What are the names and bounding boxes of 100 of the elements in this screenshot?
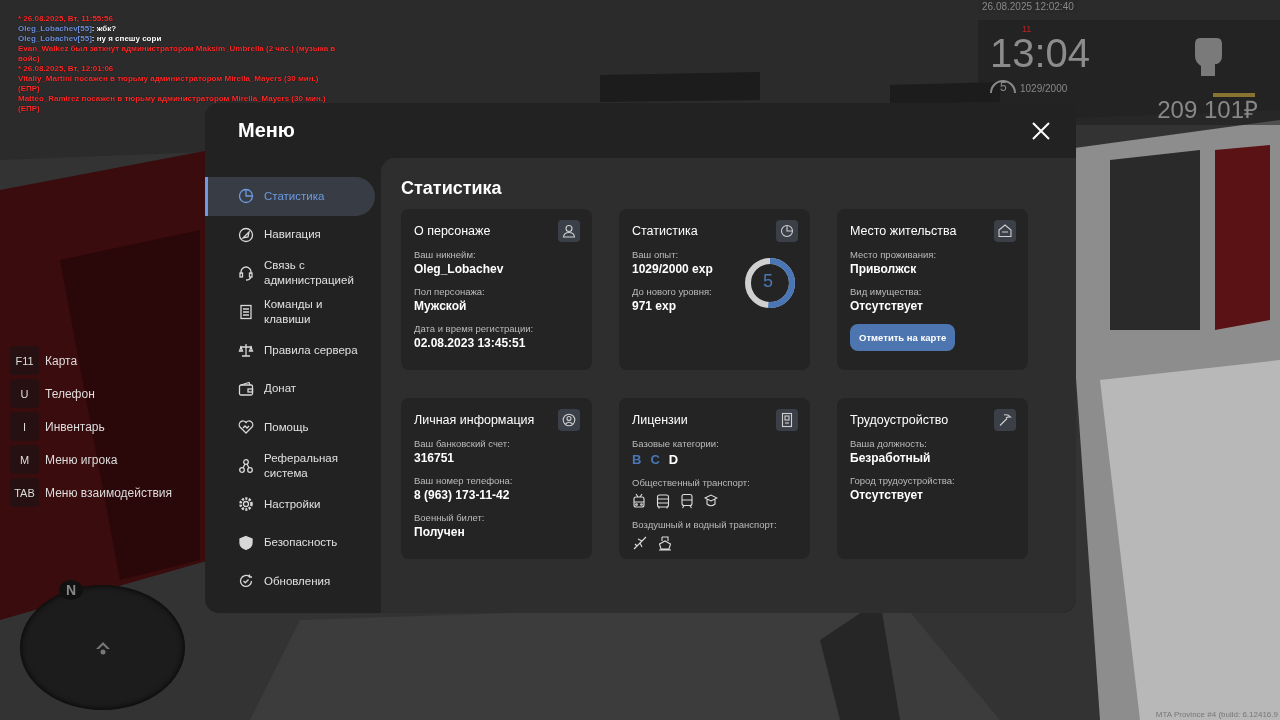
network-icon bbox=[238, 457, 254, 474]
chat-message: * 26.08.2025, Вт, 12:01:06 bbox=[18, 64, 115, 74]
chat-message: * 26.08.2025, Вт, 11:55:56 bbox=[18, 14, 114, 24]
field-value: Безработный bbox=[850, 450, 931, 466]
house-icon bbox=[994, 220, 1016, 242]
field-label: До нового уровня: bbox=[632, 285, 712, 298]
field-label: Ваш банковский счет: bbox=[414, 437, 510, 450]
field-label: Воздушный и водный транспорт: bbox=[632, 518, 777, 531]
field-value: 02.08.2023 13:45:51 bbox=[414, 335, 526, 351]
pie-chart-icon bbox=[238, 188, 254, 205]
card-title: Статистика bbox=[632, 224, 698, 238]
sidebar-item[interactable]: Статистика bbox=[205, 177, 375, 216]
field-label: Пол персонажа: bbox=[414, 285, 485, 298]
hud-marker: 11 bbox=[1022, 24, 1032, 34]
trolleybus-icon bbox=[632, 493, 646, 509]
train-icon bbox=[680, 493, 694, 509]
chat-message: Oleg_Lobachev[55]: ну я спешу сори bbox=[18, 34, 163, 44]
card-title: Личная информация bbox=[414, 413, 535, 427]
sidebar-item[interactable]: Донат bbox=[205, 369, 375, 408]
sidebar-item[interactable]: Реферальная система bbox=[205, 446, 375, 485]
chat-message: Evan_Walkez был заткнут администратором Maksim_Umbrella (2 час.) (музыка в войс) bbox=[18, 44, 337, 64]
field-label: Ваш номер телефона: bbox=[414, 474, 513, 487]
key-hint: Инвентарь bbox=[45, 419, 105, 434]
field-value: 8 (963) 173-11-42 bbox=[414, 487, 510, 503]
field-value: Отсутствует bbox=[850, 487, 923, 503]
refresh-icon bbox=[238, 573, 254, 590]
field-value: Отсутствует bbox=[850, 298, 923, 314]
license-category: D bbox=[668, 452, 679, 467]
player-arrow-icon bbox=[94, 640, 111, 655]
field-label: Общественный транспорт: bbox=[632, 476, 750, 489]
game-clock: 13:04 bbox=[990, 31, 1091, 75]
card-title: О персонаже bbox=[414, 224, 491, 238]
field-label: Вид имущества: bbox=[850, 285, 922, 298]
sidebar-item[interactable]: Команды и клавиши bbox=[205, 292, 375, 331]
document-icon bbox=[238, 303, 254, 320]
chat-message: Oleg_Lobachev[55]: жбк? bbox=[18, 24, 118, 34]
experience-text: 1029/2000 bbox=[1020, 83, 1068, 94]
key-hint: Карта bbox=[45, 353, 78, 368]
key-badge: I bbox=[10, 412, 39, 441]
sidebar-item[interactable]: Обновления bbox=[205, 562, 375, 601]
field-label: Ваш опыт: bbox=[632, 248, 679, 261]
level-ring bbox=[743, 256, 797, 310]
sidebar-item[interactable]: Навигация bbox=[205, 215, 375, 254]
wallet-icon bbox=[238, 380, 254, 397]
field-value: Приволжск bbox=[850, 261, 917, 277]
mark-on-map-button[interactable]: Отметить на карте bbox=[850, 324, 956, 351]
plane-icon bbox=[632, 535, 648, 551]
chat-message: Matteo_Ramirez посажен в тюрьму администратором Mirella_Mayers (30 мин.) (ЕПР) bbox=[18, 94, 327, 114]
card-title: Место жительства bbox=[850, 224, 957, 238]
level-ring-icon bbox=[990, 79, 1016, 94]
pickaxe-icon bbox=[994, 409, 1016, 431]
key-hint: Меню игрока bbox=[45, 452, 118, 467]
key-badge: TAB bbox=[10, 478, 39, 507]
chat-message: Vitaliy_Martini посажен в тюрьму администратором Mirella_Mayers (30 мин.) (ЕПР) bbox=[18, 74, 320, 94]
field-value: 971 exp bbox=[632, 298, 677, 314]
person-icon bbox=[558, 220, 580, 242]
cap-icon bbox=[704, 493, 718, 509]
gear-icon bbox=[238, 496, 254, 513]
sidebar-item[interactable]: Безопасность bbox=[205, 523, 375, 562]
menu-title: Меню bbox=[238, 119, 295, 142]
key-hint: Телефон bbox=[45, 386, 95, 401]
key-badge: U bbox=[10, 379, 39, 408]
field-label: Ваша должность: bbox=[850, 437, 927, 450]
sidebar-item[interactable]: Связь с администрацией bbox=[205, 254, 375, 293]
compass-icon bbox=[238, 226, 254, 243]
sidebar-item[interactable]: Правила сервера bbox=[205, 331, 375, 370]
field-label: Базовые категории: bbox=[632, 437, 719, 450]
sidebar-item[interactable]: Помощь bbox=[205, 408, 375, 447]
scales-icon bbox=[238, 342, 254, 359]
heart-icon bbox=[238, 419, 254, 436]
bus-icon bbox=[656, 493, 670, 509]
money-bar bbox=[1213, 93, 1255, 97]
license-category: C bbox=[650, 452, 660, 467]
field-label: Место проживания: bbox=[850, 248, 937, 261]
sidebar-item[interactable]: Настройки bbox=[205, 485, 375, 524]
close-icon[interactable] bbox=[1032, 121, 1050, 140]
field-label: Город трудоустройства: bbox=[850, 474, 955, 487]
money-amount: 209 101₽ bbox=[1157, 97, 1258, 123]
field-label: Дата и время регистрации: bbox=[414, 322, 534, 335]
id-card-icon bbox=[776, 409, 798, 431]
section-heading: Статистика bbox=[401, 178, 503, 199]
level-number: 5 bbox=[1000, 80, 1007, 94]
card-title: Лицензии bbox=[632, 413, 688, 427]
license-category: B bbox=[632, 452, 642, 467]
field-value: 316751 bbox=[414, 450, 455, 466]
field-value: 1029/2000 exp bbox=[632, 261, 713, 277]
ship-icon bbox=[658, 535, 672, 551]
pie-chart-icon bbox=[776, 220, 798, 242]
field-value: Oleg_Lobachev bbox=[414, 261, 504, 277]
field-label: Ваш никнейм: bbox=[414, 248, 476, 261]
key-badge: M bbox=[10, 445, 39, 474]
field-label: Военный билет: bbox=[414, 511, 485, 524]
field-value: Мужской bbox=[414, 298, 467, 314]
headset-icon bbox=[238, 265, 254, 282]
shield-icon bbox=[238, 534, 254, 551]
card-title: Трудоустройство bbox=[850, 413, 949, 427]
field-value: Получен bbox=[414, 524, 465, 540]
key-hint: Меню взаимодействия bbox=[45, 485, 172, 500]
key-badge: F11 bbox=[10, 346, 39, 375]
level-number: 5 bbox=[763, 271, 773, 292]
